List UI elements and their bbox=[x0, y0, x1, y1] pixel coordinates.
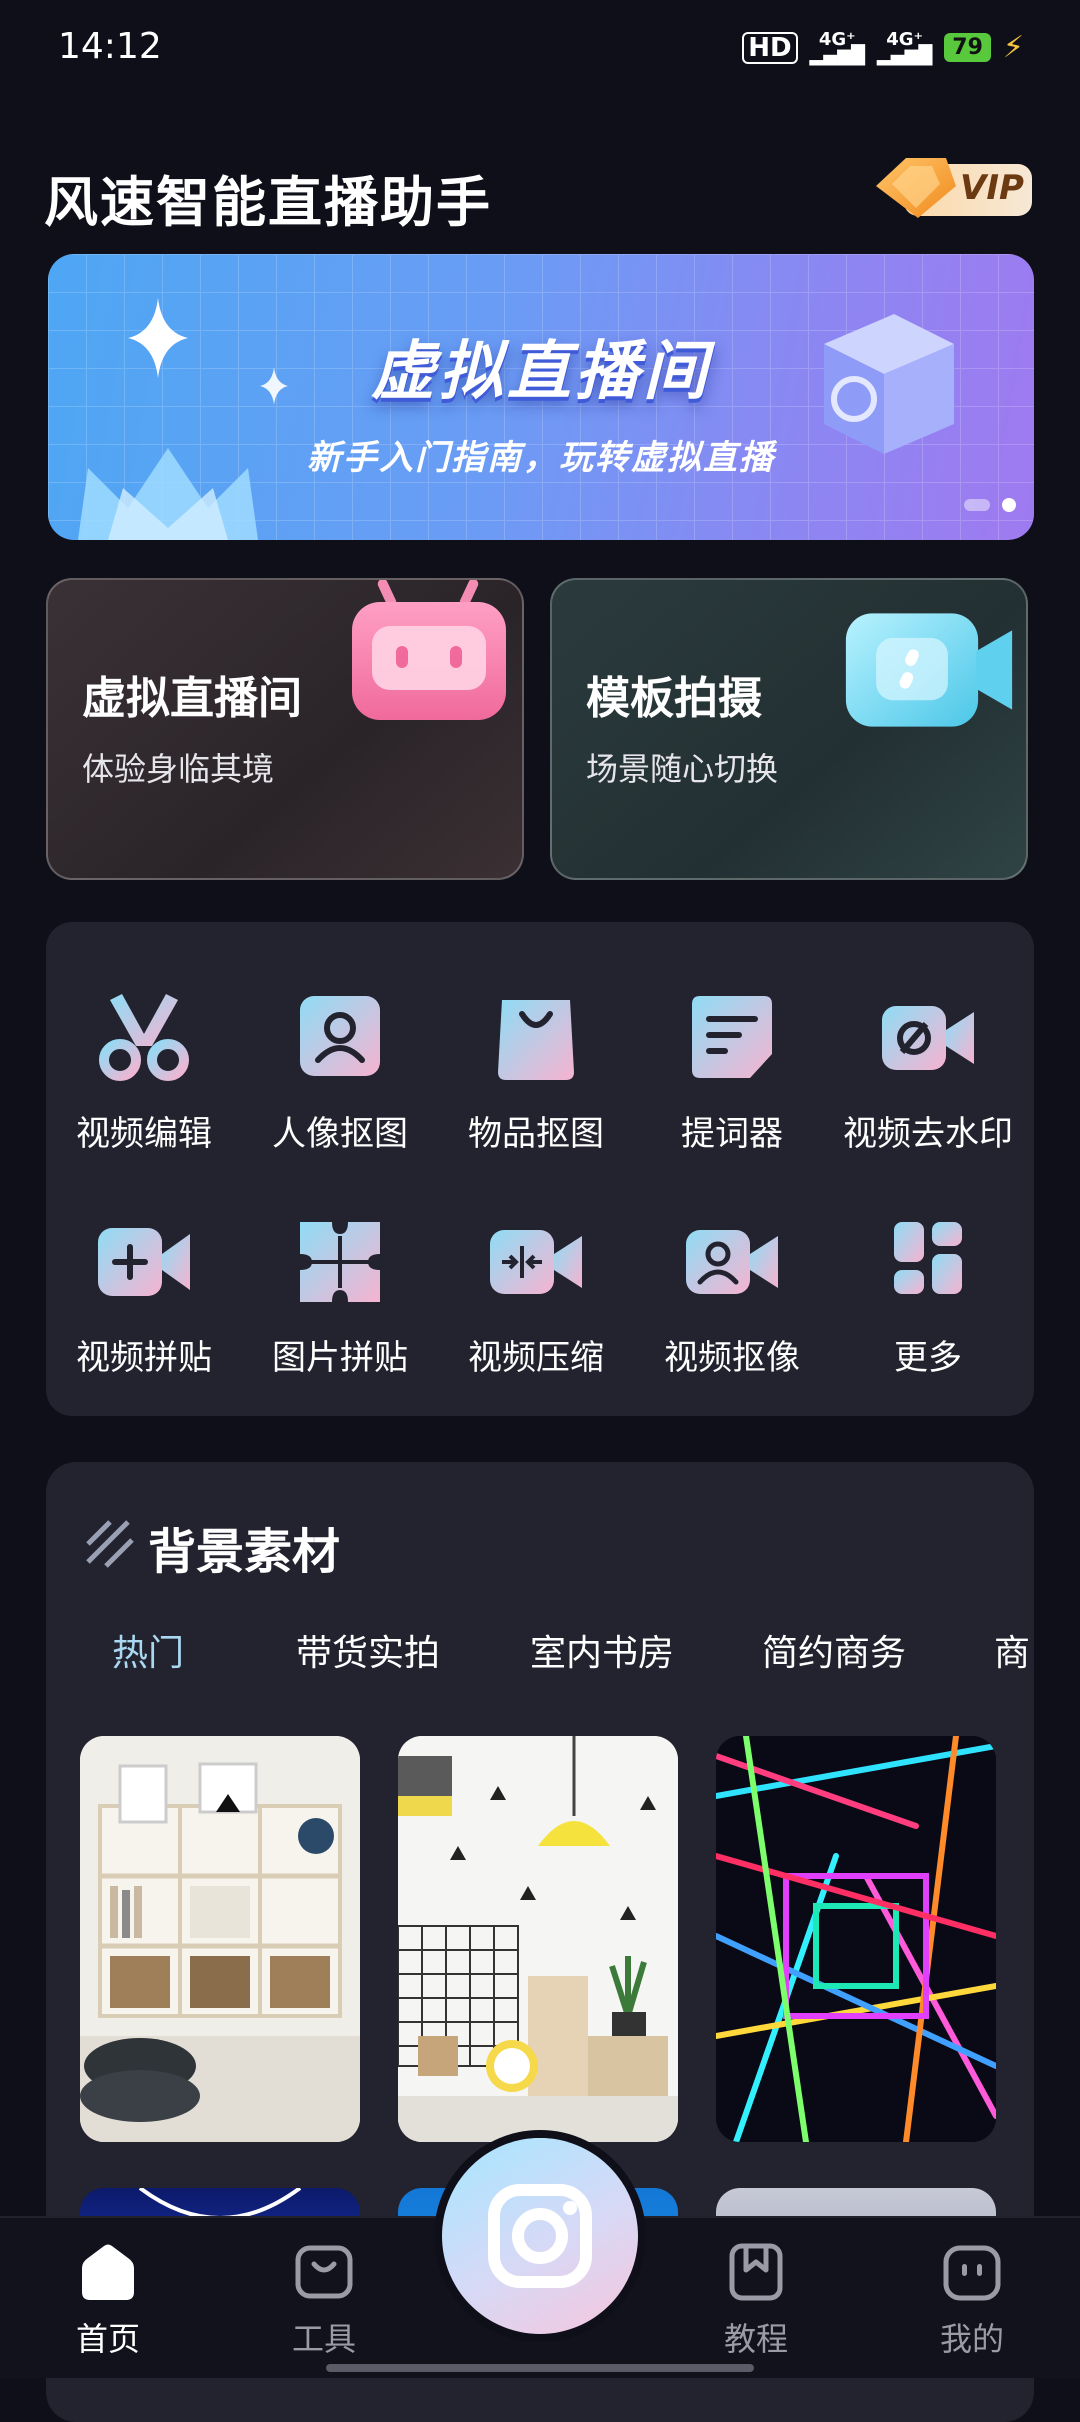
tool-video-edit[interactable]: 视频编辑 bbox=[46, 990, 242, 1190]
tool-label: 图片拼贴 bbox=[272, 1338, 408, 1378]
tool-teleprompter[interactable]: 提词器 bbox=[634, 990, 830, 1190]
bag-icon bbox=[498, 1000, 574, 1080]
carousel-dot-active bbox=[1002, 498, 1016, 512]
home-icon bbox=[82, 2244, 134, 2300]
carousel-indicator bbox=[964, 498, 1016, 512]
signal-icon-2: 4G⁺ ▂▄▆█ bbox=[876, 28, 933, 66]
teleprompter-icon bbox=[692, 996, 772, 1078]
home-indicator bbox=[326, 2364, 754, 2372]
vip-badge[interactable]: VIP bbox=[874, 156, 1034, 220]
scissors-icon bbox=[99, 994, 189, 1081]
tool-label: 更多 bbox=[894, 1338, 962, 1378]
bookmark-icon bbox=[729, 2243, 783, 2301]
tool-video-collage[interactable]: 视频拼贴 bbox=[46, 1214, 242, 1414]
tool-remove-watermark[interactable]: 视频去水印 bbox=[830, 990, 1026, 1190]
nav-tutorial[interactable]: 教程 bbox=[676, 2240, 836, 2360]
stripes-icon bbox=[86, 1520, 134, 1568]
network-type: 4G⁺ bbox=[818, 28, 856, 50]
promo-banner[interactable]: 虚拟直播间 新手入门指南，玩转虚拟直播 bbox=[48, 254, 1034, 540]
video-watermark-icon bbox=[882, 1006, 974, 1070]
category-tabs: 热门 带货实拍 室内书房 简约商务 商 bbox=[46, 1624, 1034, 1684]
lamp-room-image bbox=[398, 1736, 678, 2142]
camera-fab-button[interactable] bbox=[442, 2138, 638, 2334]
tool-image-collage[interactable]: 图片拼贴 bbox=[242, 1214, 438, 1414]
video-portrait-icon bbox=[686, 1230, 778, 1294]
profile-face-icon bbox=[943, 2245, 1001, 2301]
tool-object-cutout[interactable]: 物品抠图 bbox=[438, 990, 634, 1190]
tool-label: 视频拼贴 bbox=[76, 1338, 212, 1378]
tab-more-cut[interactable]: 商 bbox=[994, 1624, 1030, 1676]
card-title: 模板拍摄 bbox=[586, 673, 762, 724]
material-thumbnail-neon[interactable] bbox=[716, 1736, 996, 2142]
card-subtitle: 体验身临其境 bbox=[82, 750, 275, 788]
battery-level: 79 bbox=[944, 33, 991, 62]
portrait-icon bbox=[300, 996, 380, 1076]
nav-home[interactable]: 首页 bbox=[28, 2240, 188, 2360]
tab-simple-business[interactable]: 简约商务 bbox=[762, 1624, 906, 1676]
virtual-live-room-card[interactable]: 虚拟直播间 体验身临其境 bbox=[46, 578, 524, 880]
more-grid-icon bbox=[894, 1222, 962, 1294]
banner-subtitle: 新手入门指南，玩转虚拟直播 bbox=[307, 438, 775, 478]
neon-corridor-image bbox=[716, 1736, 996, 2142]
tool-label: 人像抠图 bbox=[272, 1114, 408, 1154]
template-shoot-card[interactable]: 模板拍摄 场景随心切换 bbox=[550, 578, 1028, 880]
status-bar: 14:12 HD 4G⁺ ▂▄▆█ 4G⁺ ▂▄▆█ 79 ⚡ bbox=[0, 0, 1080, 100]
carousel-dot bbox=[964, 499, 990, 511]
material-thumbnail-shelf-room[interactable] bbox=[80, 1736, 360, 2142]
vip-label: VIP bbox=[960, 168, 1024, 208]
section-title: 背景素材 bbox=[148, 1524, 341, 1580]
video-add-icon bbox=[98, 1228, 190, 1296]
network-type-2: 4G⁺ bbox=[886, 28, 924, 50]
shelf-room-image bbox=[80, 1736, 360, 2142]
tab-live-selling[interactable]: 带货实拍 bbox=[296, 1624, 440, 1676]
card-subtitle: 场景随心切换 bbox=[586, 750, 779, 788]
nav-tools[interactable]: 工具 bbox=[244, 2240, 404, 2360]
nav-label: 我的 bbox=[939, 2320, 1004, 2358]
video-camera-icon bbox=[845, 613, 1013, 727]
robot-tv-icon bbox=[352, 580, 506, 720]
charging-icon: ⚡ bbox=[1002, 30, 1024, 65]
nav-label: 首页 bbox=[75, 2320, 140, 2358]
tools-panel: 视频编辑 人像抠图 物品抠图 提词器 视频去水印 视频拼贴 图片拼贴 视频压缩 … bbox=[46, 922, 1034, 1416]
nav-label: 教程 bbox=[723, 2320, 788, 2358]
status-time: 14:12 bbox=[58, 26, 162, 67]
nav-profile[interactable]: 我的 bbox=[892, 2240, 1052, 2360]
tool-video-compress[interactable]: 视频压缩 bbox=[438, 1214, 634, 1414]
tool-portrait-cutout[interactable]: 人像抠图 bbox=[242, 990, 438, 1190]
banner-title: 虚拟直播间 bbox=[371, 335, 711, 409]
toolbox-icon bbox=[295, 2245, 353, 2299]
compress-icon bbox=[490, 1230, 582, 1294]
tool-label: 提词器 bbox=[681, 1114, 783, 1154]
puzzle-icon bbox=[300, 1222, 380, 1302]
tool-more[interactable]: 更多 bbox=[830, 1214, 1026, 1414]
camera-icon bbox=[488, 2184, 592, 2288]
status-icons: HD 4G⁺ ▂▄▆█ 4G⁺ ▂▄▆█ 79 ⚡ bbox=[742, 30, 1024, 65]
material-thumbnail-lamp-room[interactable] bbox=[398, 1736, 678, 2142]
tab-indoor-study[interactable]: 室内书房 bbox=[530, 1624, 674, 1676]
nav-label: 工具 bbox=[291, 2320, 356, 2358]
tool-label: 视频去水印 bbox=[843, 1114, 1013, 1154]
tool-label: 视频抠像 bbox=[664, 1338, 800, 1378]
tool-video-matting[interactable]: 视频抠像 bbox=[634, 1214, 830, 1414]
hd-voice-icon: HD bbox=[742, 31, 798, 64]
tool-label: 物品抠图 bbox=[468, 1114, 604, 1154]
tool-label: 视频编辑 bbox=[76, 1114, 212, 1154]
signal-icon: 4G⁺ ▂▄▆█ bbox=[809, 28, 865, 66]
app-title: 风速智能直播助手 bbox=[44, 171, 492, 234]
tab-hot[interactable]: 热门 bbox=[112, 1624, 184, 1676]
tool-label: 视频压缩 bbox=[468, 1338, 604, 1378]
card-title: 虚拟直播间 bbox=[82, 673, 302, 724]
